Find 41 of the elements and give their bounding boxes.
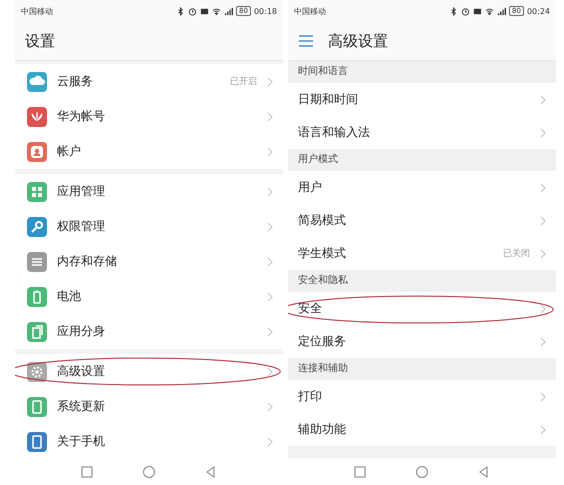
- bluetooth-icon: [449, 6, 458, 16]
- status-time: 00:24: [526, 6, 550, 16]
- signal-icon: [497, 6, 506, 16]
- alarm-icon: [461, 6, 470, 16]
- screen-title: 设置: [25, 32, 55, 50]
- item-status: 已关闭: [503, 248, 530, 260]
- chevron-icon: [540, 248, 546, 258]
- chevron-icon: [540, 94, 546, 104]
- chevron-icon: [267, 292, 273, 302]
- chevron-icon: [540, 304, 546, 314]
- chevron-icon: [267, 76, 273, 86]
- chevron-icon: [540, 216, 546, 226]
- chevron-icon: [267, 436, 273, 446]
- chevron-icon: [540, 182, 546, 192]
- home-button[interactable]: [142, 464, 156, 478]
- chevron-icon: [540, 128, 546, 138]
- chevron-icon: [540, 336, 546, 346]
- chevron-icon: [267, 112, 273, 122]
- carrier-name: 中国移动: [294, 6, 326, 16]
- chevron-icon: [267, 402, 273, 412]
- chevron-icon: [540, 392, 546, 402]
- chevron-icon: [267, 256, 273, 266]
- recent-apps-button[interactable]: [80, 464, 94, 478]
- menu-button[interactable]: [298, 35, 314, 47]
- bluetooth-icon: [176, 6, 186, 16]
- chevron-icon: [267, 326, 273, 336]
- chevron-icon: [267, 366, 273, 376]
- item-status: 已开启: [230, 76, 257, 88]
- chevron-icon: [540, 424, 546, 434]
- alarm-icon: [188, 6, 198, 16]
- home-button[interactable]: [415, 464, 429, 478]
- wifi-icon: [212, 6, 222, 16]
- signal-icon: [224, 6, 234, 16]
- chevron-icon: [267, 222, 273, 232]
- carrier-name: 中国移动: [21, 6, 53, 16]
- chevron-icon: [267, 146, 273, 156]
- wifi-icon: [485, 6, 494, 16]
- chevron-icon: [267, 186, 273, 196]
- recent-apps-button[interactable]: [353, 464, 367, 478]
- screen-title: 高级设置: [328, 32, 388, 50]
- status-time: 00:18: [254, 6, 277, 16]
